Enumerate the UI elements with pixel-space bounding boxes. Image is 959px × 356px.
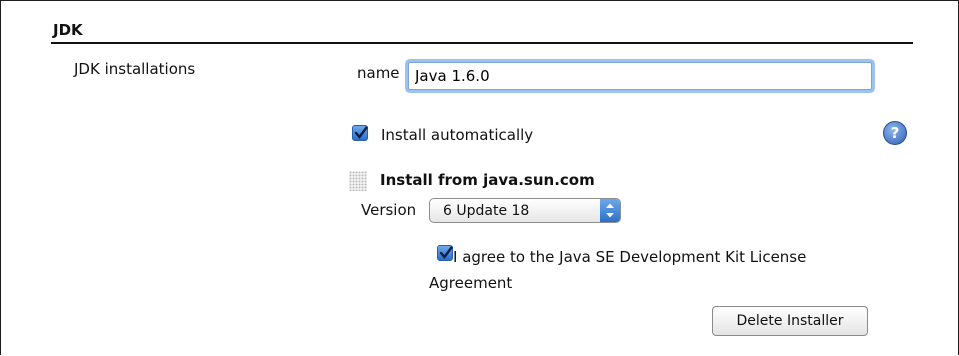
jdk-name-input[interactable] [408,62,872,90]
install-automatically-label[interactable]: Install automatically [381,126,533,144]
version-selected-value: 6 Update 18 [443,203,530,219]
version-label: Version [361,201,417,219]
install-automatically-checkbox[interactable] [352,125,368,141]
check-icon [354,126,368,139]
version-select[interactable]: 6 Update 18 [429,198,621,223]
name-label: name [357,64,400,82]
license-agree-label[interactable]: I agree to the Java SE Development Kit L… [429,244,879,296]
section-divider [51,42,913,44]
delete-installer-button[interactable]: Delete Installer [712,306,868,336]
installer-title: Install from java.sun.com [380,171,595,189]
drag-handle-icon[interactable] [349,171,367,191]
jdk-config-panel: JDK JDK installations name Install autom… [0,0,959,355]
section-title: JDK [53,21,83,39]
jdk-installations-label: JDK installations [74,60,196,78]
select-arrows-icon [600,199,620,222]
help-icon[interactable]: ? [883,121,907,145]
